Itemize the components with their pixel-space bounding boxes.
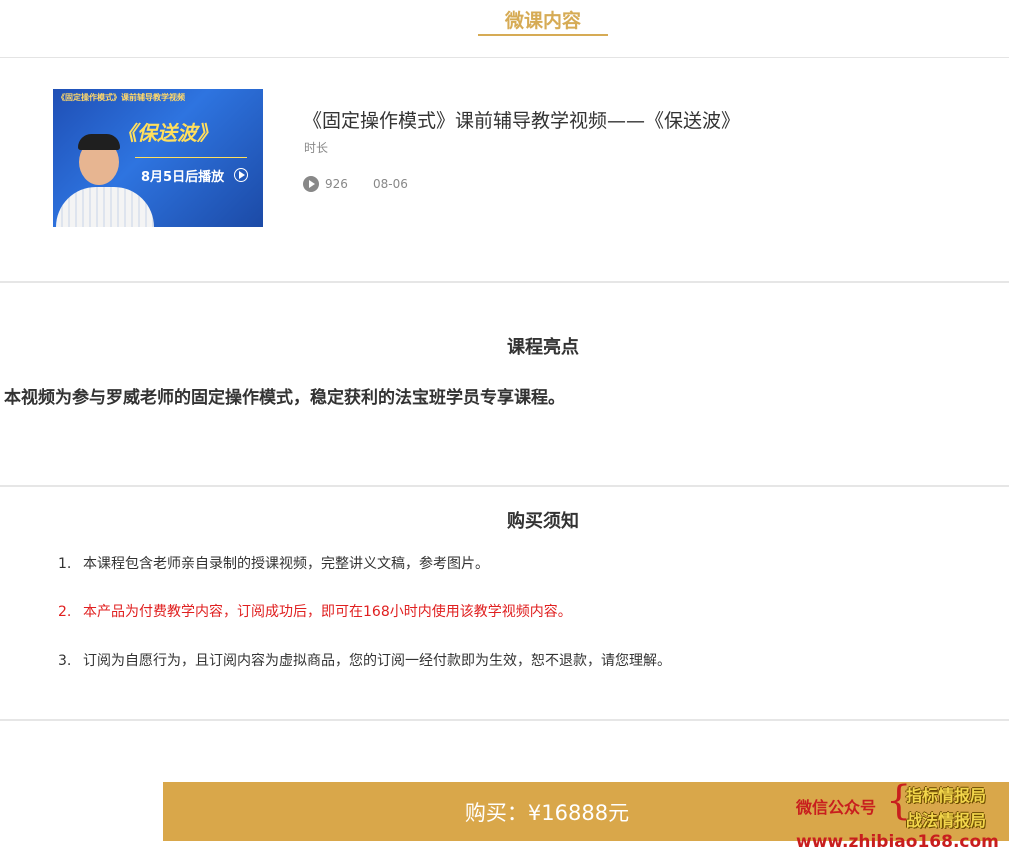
thumbnail-play-icon: [234, 168, 248, 182]
video-title[interactable]: 《固定操作模式》课前辅导教学视频——《保送波》: [303, 106, 740, 133]
highlights-text: 本视频为参与罗威老师的固定操作模式，稳定获利的法宝班学员专享课程。: [4, 388, 565, 408]
note-text: 本课程包含老师亲自录制的授课视频，完整讲义文稿，参考图片。: [83, 556, 489, 572]
watermark-line-2: 战法情报局: [906, 811, 987, 830]
tab-weike-content[interactable]: 微课内容: [0, 6, 1009, 33]
buy-button-label: 购买：¥16888元: [464, 800, 630, 825]
section-divider: [0, 719, 1009, 721]
play-count-icon: [303, 176, 319, 192]
video-thumbnail[interactable]: 《固定操作模式》课前辅导教学视频 《保送波》 8月5日后播放: [53, 89, 263, 227]
thumbnail-divider: [135, 157, 247, 158]
divider: [0, 57, 1009, 58]
tab-active-indicator: [478, 34, 608, 36]
purchase-note-item: 3. 订阅为自愿行为，且订阅内容为虚拟商品，您的订阅一经付款即为生效，恕不退款，请…: [58, 650, 671, 670]
thumbnail-title: 《保送波》: [117, 121, 217, 145]
presenter-body-shape: [56, 187, 154, 227]
publish-date: 08-06: [373, 177, 408, 191]
note-number: 3.: [58, 653, 72, 669]
watermark-url: www.zhibiao168.com: [796, 832, 999, 852]
purchase-note-item: 1. 本课程包含老师亲自录制的授课视频，完整讲义文稿，参考图片。: [58, 553, 489, 573]
note-text: 本产品为付费教学内容，订阅成功后，即可在168小时内使用该教学视频内容。: [83, 604, 572, 620]
section-divider: [0, 485, 1009, 487]
thumbnail-banner-text: 《固定操作模式》课前辅导教学视频: [57, 93, 185, 102]
duration-label: 时长: [304, 141, 329, 155]
note-number: 1.: [58, 556, 72, 572]
watermark-line-1: 指标情报局: [906, 786, 987, 805]
purchase-notes-title: 购买须知: [507, 511, 579, 532]
play-count: 926: [325, 177, 348, 191]
purchase-note-item: 2. 本产品为付费教学内容，订阅成功后，即可在168小时内使用该教学视频内容。: [58, 601, 572, 621]
section-divider: [0, 281, 1009, 283]
note-text: 订阅为自愿行为，且订阅内容为虚拟商品，您的订阅一经付款即为生效，恕不退款，请您理…: [83, 653, 671, 669]
highlights-title: 课程亮点: [507, 337, 579, 358]
watermark-label: 微信公众号: [796, 798, 877, 817]
presenter-hair-shape: [78, 134, 120, 150]
thumbnail-subtitle: 8月5日后播放: [141, 170, 225, 185]
note-number: 2.: [58, 604, 72, 620]
